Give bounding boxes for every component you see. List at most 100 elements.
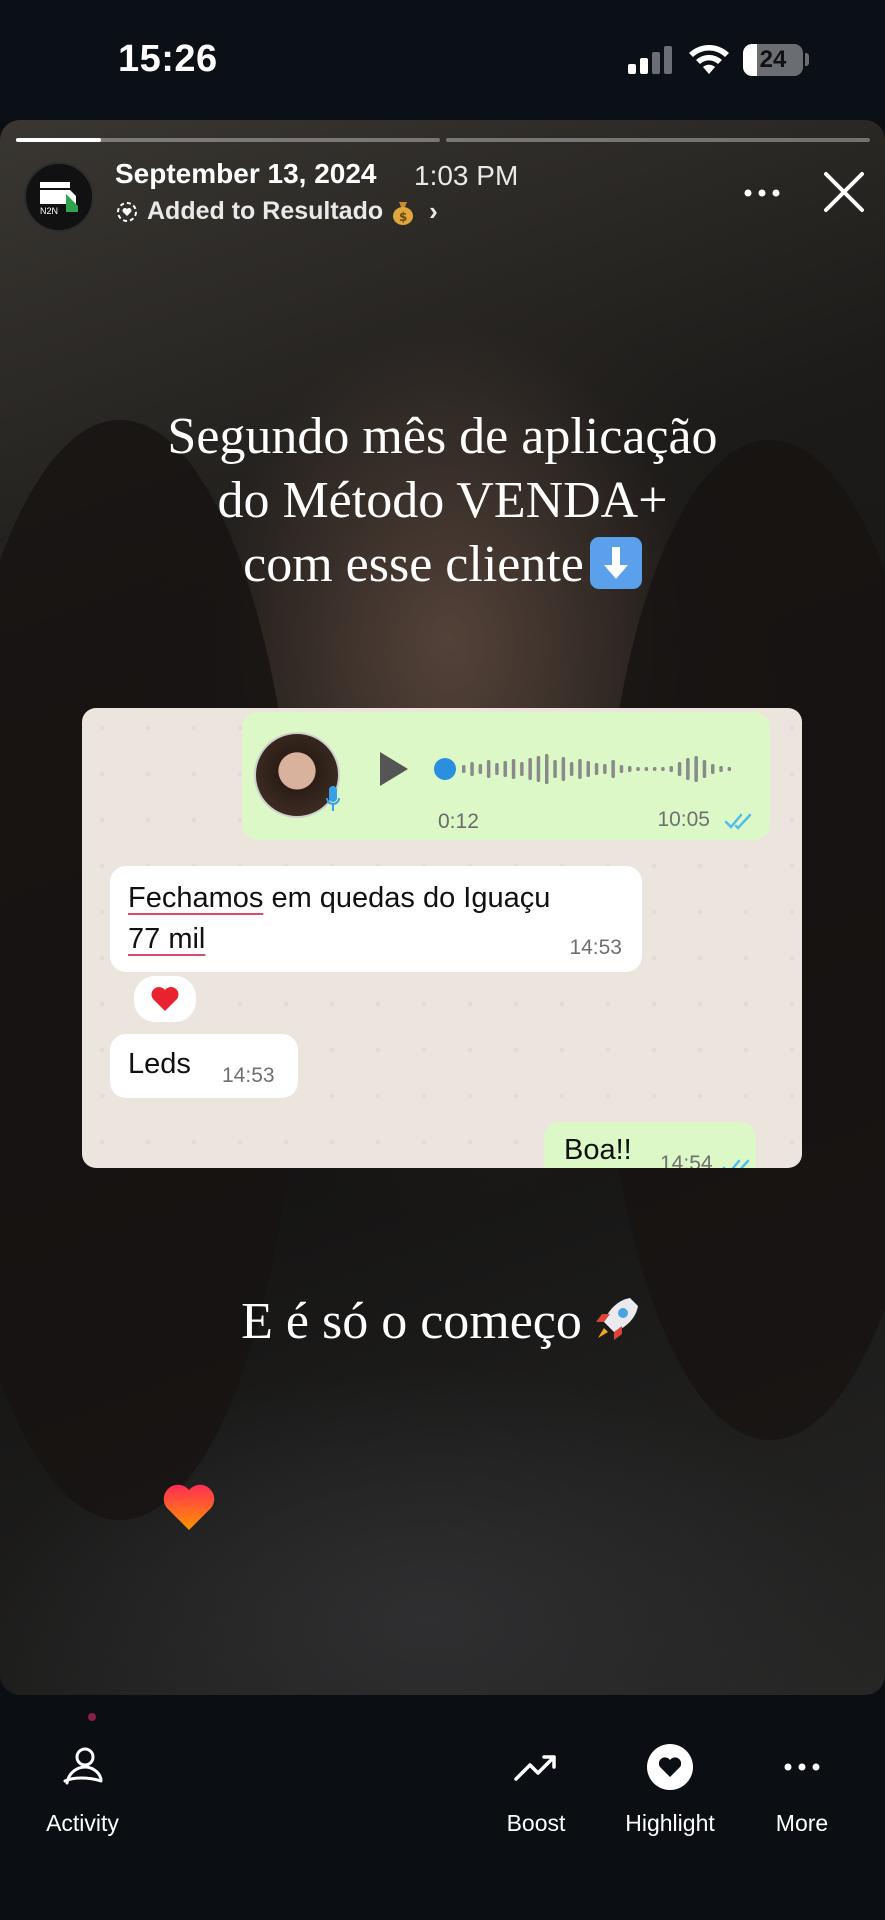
trending-up-icon	[514, 1755, 556, 1781]
voice-timestamp: 10:05	[657, 808, 710, 831]
highlight-heart-icon	[647, 1744, 693, 1790]
waveform-bar	[578, 759, 582, 779]
waveform-bar	[528, 758, 532, 780]
message-text: Leds	[128, 1048, 191, 1080]
mic-icon	[326, 786, 340, 811]
double-check-icon	[724, 813, 752, 830]
activity-indicator-dot	[88, 1713, 96, 1721]
boost-button[interactable]: Boost	[496, 1743, 576, 1837]
story-progress-segment	[16, 138, 440, 142]
activity-icon	[63, 1747, 102, 1785]
story-viewer[interactable]: N2N September 13, 2024 1:03 PM Added to …	[0, 120, 885, 1695]
waveform-bar	[619, 765, 624, 773]
waveform-bar	[462, 765, 466, 773]
waveform-bar	[569, 762, 574, 776]
waveform-bar	[644, 767, 649, 771]
waveform-bar	[669, 766, 673, 772]
chat-message: Fechamos em quedas do Iguaçu 77 mil 14:5…	[110, 866, 642, 972]
clock: 15:26	[118, 38, 218, 80]
story-headline: Segundo mês de aplicação do Método VENDA…	[60, 405, 825, 597]
message-timestamp: 14:54	[660, 1152, 713, 1168]
play-icon	[380, 752, 408, 786]
chat-message: Boa!! 14:54	[544, 1122, 756, 1168]
wifi-icon	[689, 45, 729, 74]
message-text: Boa!!	[564, 1134, 632, 1166]
story-time: 1:03 PM	[414, 160, 519, 191]
waveform-bar	[702, 760, 707, 778]
waveform-bar	[603, 764, 607, 774]
highlight-name: Added to Resultado	[147, 197, 384, 225]
waveform-bar	[594, 763, 599, 775]
close-icon[interactable]	[820, 168, 868, 216]
waveform-bar	[711, 764, 715, 774]
battery-icon: 24	[743, 44, 803, 76]
story-progress-segment	[446, 138, 870, 142]
message-text-line2: 77 mil	[128, 923, 206, 955]
svg-text:N2N: N2N	[40, 206, 58, 216]
heart-reaction-icon	[132, 974, 198, 1024]
waveform-bar	[636, 767, 640, 771]
chat-message: Leds 14:53	[110, 1034, 298, 1098]
chevron-right-icon: ›	[429, 196, 438, 226]
waveform-bar	[719, 766, 723, 772]
waveform-bar	[677, 762, 682, 776]
waveform-bar	[586, 761, 590, 777]
story-progress-fill	[16, 138, 101, 142]
story-tagline: E é só o começo	[0, 1292, 885, 1351]
waveform-bar	[478, 764, 483, 774]
waveform-bar	[652, 767, 657, 771]
chat-screenshot: 0:12 10:05 Fechamos em quedas do Iguaçu …	[82, 708, 802, 1168]
status-bar: 15:26 24	[0, 0, 885, 120]
money-bag-icon: $	[393, 201, 414, 225]
svg-text:$: $	[399, 210, 407, 224]
rocket-icon	[595, 1298, 638, 1340]
waveform-bar	[686, 758, 690, 780]
double-check-icon	[722, 1159, 750, 1168]
headline-line: Segundo mês de aplicação	[167, 408, 718, 465]
activity-label: Activity	[46, 1810, 119, 1836]
message-text: Fechamos em quedas do Iguaçu 77 mil	[128, 878, 550, 960]
story-date: September 13, 2024	[115, 158, 377, 189]
waveform-bar	[694, 756, 698, 782]
headline-line: do Método VENDA+	[217, 472, 668, 529]
battery-tip	[805, 53, 809, 66]
bottom-toolbar: Activity Boost Highlight More	[0, 1695, 885, 1920]
message-text-rest: em quedas do Iguaçu	[263, 882, 551, 914]
voice-duration: 0:12	[438, 810, 479, 833]
like-heart-icon[interactable]	[162, 1482, 216, 1532]
more-dots-icon	[784, 1763, 820, 1771]
waveform-bar	[486, 760, 491, 778]
highlight-ring-icon	[117, 201, 137, 222]
waveform-bar	[611, 760, 615, 778]
highlight-label: Highlight	[625, 1810, 715, 1836]
message-timestamp: 14:53	[569, 936, 622, 959]
highlight-button[interactable]: Highlight	[612, 1743, 728, 1837]
waveform-bar	[511, 759, 516, 779]
waveform-bar	[536, 756, 541, 782]
waveform-bar	[727, 767, 732, 771]
waveform-bar	[661, 767, 665, 771]
waveform-bar	[520, 762, 524, 776]
voice-message: 0:12 10:05	[242, 712, 770, 840]
more-label: More	[775, 1810, 829, 1836]
battery-percent: 24	[759, 46, 787, 73]
message-text-underlined: Fechamos	[128, 882, 264, 914]
highlight-link[interactable]: Added to Resultado $ ›	[115, 196, 438, 227]
waveform-bar	[495, 763, 499, 775]
waveform-bar	[628, 766, 632, 772]
tagline-text: E é só o começo	[241, 1293, 582, 1350]
waveform-bar	[470, 762, 474, 776]
waveform-bar	[561, 757, 566, 781]
boost-label: Boost	[506, 1810, 566, 1836]
account-avatar[interactable]: N2N	[24, 162, 94, 232]
more-options-icon[interactable]	[740, 178, 784, 208]
headline-line: com esse cliente	[243, 536, 584, 593]
more-button[interactable]: More	[764, 1743, 840, 1837]
cellular-signal-icon	[628, 46, 674, 74]
activity-button[interactable]: Activity	[30, 1743, 135, 1837]
message-timestamp: 14:53	[222, 1064, 275, 1087]
waveform-bar	[553, 760, 557, 778]
audio-waveform	[434, 754, 732, 784]
waveform-bar	[503, 761, 507, 777]
waveform-bar	[545, 754, 549, 784]
